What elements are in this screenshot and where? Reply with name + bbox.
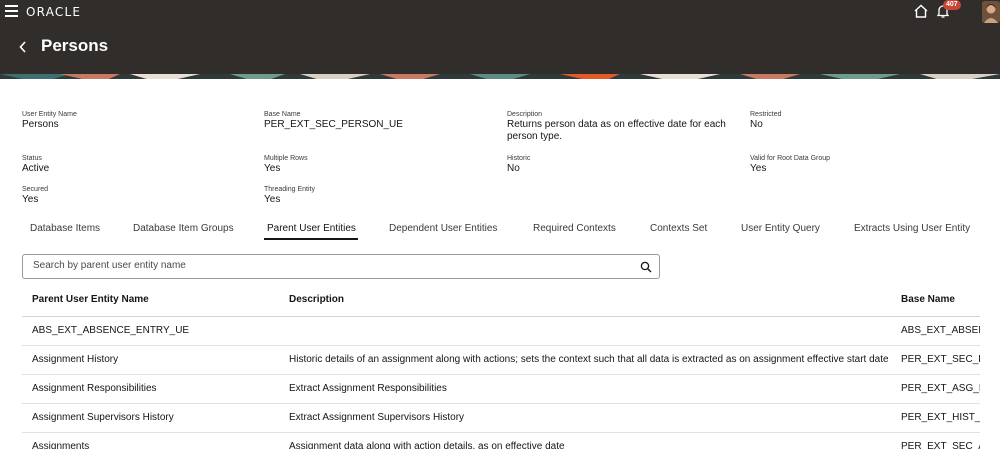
threading-entity-field: Threading Entity Yes — [264, 185, 315, 206]
cell-description: Extract Assignment Supervisors History — [289, 412, 465, 423]
tab-parent-user-entities[interactable]: Parent User Entities — [267, 223, 356, 234]
user-avatar[interactable] — [982, 1, 1000, 23]
global-header: ORACLE 407 — [0, 0, 1000, 26]
tab-database-items[interactable]: Database Items — [30, 223, 100, 234]
tab-extracts-using-user-entity[interactable]: Extracts Using User Entity — [854, 223, 970, 234]
home-icon[interactable] — [913, 3, 929, 19]
field-value: PER_EXT_SEC_PERSON_UE — [264, 119, 403, 130]
valid-for-root-field: Valid for Root Data Group Yes — [750, 154, 830, 175]
tab-contexts-set[interactable]: Contexts Set — [650, 223, 707, 234]
back-chevron-icon[interactable] — [18, 40, 28, 54]
menu-icon[interactable] — [5, 5, 18, 17]
field-label: Historic — [507, 155, 531, 162]
cell-description: Assignment data along with action detail… — [289, 441, 565, 449]
cell-description: Extract Assignment Responsibilities — [289, 383, 447, 394]
field-value: Yes — [264, 194, 281, 205]
table-row[interactable]: ABS_EXT_ABSENCE_ENTRY_UE ABS_EXT_ABSENC — [22, 317, 980, 346]
brand-logo[interactable]: ORACLE — [26, 5, 81, 19]
field-label: Status — [22, 155, 42, 162]
restricted-field: Restricted No — [750, 110, 782, 131]
cell-name: Assignment History — [32, 354, 119, 365]
table-row[interactable]: Assignment Supervisors History Extract A… — [22, 404, 980, 433]
table-row[interactable]: Assignment History Historic details of a… — [22, 346, 980, 375]
historic-field: Historic No — [507, 154, 530, 175]
field-value: Active — [22, 163, 50, 174]
field-label: Valid for Root Data Group — [750, 155, 831, 162]
cell-base-name: PER_EXT_HIST_AS — [901, 412, 980, 423]
tab-required-contexts[interactable]: Required Contexts — [533, 223, 616, 234]
field-value: No — [750, 119, 763, 130]
cell-name: Assignment Responsibilities — [32, 383, 157, 394]
field-value: Persons — [22, 119, 59, 130]
field-value: Yes — [264, 163, 281, 174]
field-value: No — [507, 163, 520, 174]
field-label: Secured — [22, 186, 49, 193]
base-name-field: Base Name PER_EXT_SEC_PERSON_UE — [264, 110, 403, 131]
search-icon[interactable] — [640, 261, 652, 273]
field-value: Yes — [22, 194, 39, 205]
secured-field: Secured Yes — [22, 185, 48, 206]
description-field: Description Returns person data as on ef… — [507, 110, 726, 143]
page-header: Persons — [0, 26, 1000, 70]
cell-name: Assignments — [32, 441, 90, 449]
status-field: Status Active — [22, 154, 49, 175]
field-label: Base Name — [264, 111, 301, 118]
column-header-base-name[interactable]: Base Name — [901, 294, 955, 305]
active-tab-indicator — [264, 238, 358, 240]
user-entity-name-field: User Entity Name Persons — [22, 110, 77, 131]
field-label: Multiple Rows — [264, 155, 308, 162]
tab-bar: Database Items Database Item Groups Pare… — [0, 221, 1000, 241]
cell-base-name: PER_EXT_SEC_HIS — [901, 354, 980, 365]
tab-database-item-groups[interactable]: Database Item Groups — [133, 223, 234, 234]
cell-name: Assignment Supervisors History — [32, 412, 174, 423]
field-label: Description — [507, 111, 543, 118]
search-input[interactable] — [33, 260, 623, 271]
field-value: Returns person data as on effective date… — [507, 119, 726, 130]
field-label: User Entity Name — [22, 111, 77, 118]
cell-name: ABS_EXT_ABSENCE_ENTRY_UE — [32, 325, 190, 336]
cell-base-name: PER_EXT_SEC_AS — [901, 441, 980, 449]
search-box — [22, 254, 660, 279]
table-row[interactable]: Assignment Responsibilities Extract Assi… — [22, 375, 980, 404]
column-header-name[interactable]: Parent User Entity Name — [32, 294, 149, 305]
field-value: Yes — [750, 163, 767, 174]
column-header-description[interactable]: Description — [289, 294, 344, 305]
field-value: person type. — [507, 131, 563, 142]
tab-user-entity-query[interactable]: User Entity Query — [741, 223, 820, 234]
field-label: Threading Entity — [264, 186, 315, 193]
notification-count-badge: 407 — [943, 0, 961, 10]
cell-base-name: ABS_EXT_ABSENC — [901, 325, 980, 336]
table-row[interactable]: Assignments Assignment data along with a… — [22, 433, 980, 449]
field-label: Restricted — [750, 111, 782, 118]
page-title: Persons — [41, 36, 109, 55]
decorative-banner — [0, 70, 1000, 79]
cell-description: Historic details of an assignment along … — [289, 354, 889, 365]
cell-base-name: PER_EXT_ASG_RE — [901, 383, 980, 394]
tab-dependent-user-entities[interactable]: Dependent User Entities — [389, 223, 497, 234]
multiple-rows-field: Multiple Rows Yes — [264, 154, 308, 175]
